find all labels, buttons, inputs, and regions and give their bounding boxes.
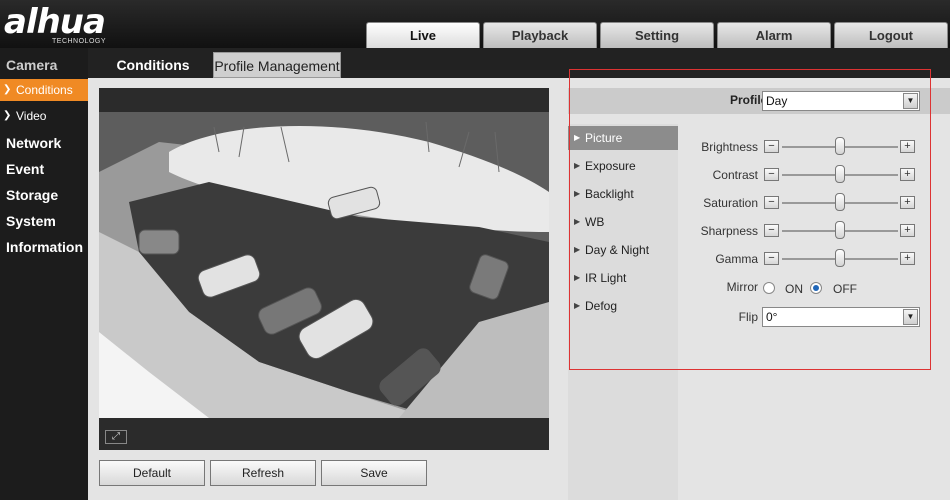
profile-row: Profile Day ▼: [568, 88, 950, 114]
nav-alarm[interactable]: Alarm: [717, 22, 831, 48]
triangle-right-icon: ▶: [574, 189, 581, 198]
video-preview: ⤢: [99, 88, 549, 450]
nav-live[interactable]: Live: [366, 22, 480, 48]
menu-item-backlight[interactable]: ▶ Backlight: [568, 182, 678, 206]
nav-setting[interactable]: Setting: [600, 22, 714, 48]
menu-item-ir-light[interactable]: ▶ IR Light: [568, 266, 678, 290]
sharpness-label: Sharpness: [700, 224, 758, 238]
nav-playback[interactable]: Playback: [483, 22, 597, 48]
flip-select[interactable]: 0° ▼: [762, 307, 920, 327]
tab-profile-management[interactable]: Profile Management: [213, 52, 341, 78]
mirror-on-label: ON: [785, 282, 803, 296]
brightness-decrease-button[interactable]: −: [764, 140, 779, 153]
mirror-label: Mirror: [726, 280, 758, 294]
gamma-label: Gamma: [715, 252, 758, 266]
brightness-increase-button[interactable]: +: [900, 140, 915, 153]
tab-conditions[interactable]: Conditions: [98, 52, 208, 78]
menu-item-label: Exposure: [585, 159, 636, 173]
saturation-increase-button[interactable]: +: [900, 196, 915, 209]
menu-item-label: Defog: [585, 299, 618, 313]
mirror-off-label: OFF: [833, 282, 857, 296]
menu-item-picture[interactable]: ▶ Picture: [568, 126, 678, 150]
menu-item-wb[interactable]: ▶ WB: [568, 210, 678, 234]
mirror-on-radio[interactable]: [763, 282, 775, 294]
sharpness-decrease-button[interactable]: −: [764, 224, 779, 237]
flip-label: Flip: [738, 310, 758, 324]
sidebar-item-conditions[interactable]: ❯ Conditions: [0, 79, 88, 101]
sharpness-increase-button[interactable]: +: [900, 224, 915, 237]
brand-subtitle: TECHNOLOGY: [52, 38, 107, 45]
sidebar-item-information[interactable]: Information: [6, 239, 83, 255]
save-button[interactable]: Save: [321, 460, 427, 486]
menu-item-label: IR Light: [585, 271, 627, 285]
menu-item-label: Backlight: [585, 187, 634, 201]
triangle-right-icon: ▶: [574, 161, 581, 170]
contrast-slider-handle[interactable]: [835, 165, 845, 183]
sidebar: Camera ❯ Conditions ❯ Video Network Even…: [0, 48, 88, 500]
menu-item-label: Day & Night: [585, 243, 650, 257]
chevron-right-icon: ❯: [3, 110, 12, 121]
triangle-right-icon: ▶: [574, 301, 581, 310]
sidebar-item-label: Video: [16, 109, 47, 123]
refresh-button[interactable]: Refresh: [210, 460, 316, 486]
menu-item-label: WB: [585, 215, 605, 229]
top-bar: alhua TECHNOLOGY Live Playback Setting A…: [0, 0, 950, 48]
saturation-label: Saturation: [703, 196, 758, 210]
fullscreen-icon[interactable]: ⤢: [105, 430, 127, 444]
flip-select-value: 0°: [766, 310, 778, 324]
mirror-off-radio[interactable]: [810, 282, 822, 294]
sidebar-item-event[interactable]: Event: [6, 161, 44, 177]
triangle-right-icon: ▶: [574, 133, 581, 142]
gamma-slider-handle[interactable]: [835, 249, 845, 267]
brand-logo: alhua TECHNOLOGY: [4, 4, 144, 46]
saturation-slider-handle[interactable]: [835, 193, 845, 211]
profile-select-value: Day: [766, 94, 788, 108]
triangle-right-icon: ▶: [574, 273, 581, 282]
settings-menu: ▶ Picture ▶ Exposure ▶ Backlight ▶ WB ▶ …: [568, 124, 678, 500]
tab-bar: Conditions Profile Management: [88, 48, 950, 78]
sidebar-item-system[interactable]: System: [6, 213, 56, 229]
gamma-increase-button[interactable]: +: [900, 252, 915, 265]
contrast-decrease-button[interactable]: −: [764, 168, 779, 181]
sharpness-slider-handle[interactable]: [835, 221, 845, 239]
chevron-down-icon: ▼: [903, 93, 918, 109]
brightness-slider-handle[interactable]: [835, 137, 845, 155]
menu-item-exposure[interactable]: ▶ Exposure: [568, 154, 678, 178]
triangle-right-icon: ▶: [574, 217, 581, 226]
brand-name: alhua: [4, 2, 106, 42]
nav-logout[interactable]: Logout: [834, 22, 948, 48]
default-button[interactable]: Default: [99, 460, 205, 486]
profile-select[interactable]: Day ▼: [762, 91, 920, 111]
saturation-decrease-button[interactable]: −: [764, 196, 779, 209]
main-content: ⤢ Default Refresh Save Profile Day ▼ ▶ P…: [88, 78, 950, 500]
sidebar-item-video[interactable]: ❯ Video: [0, 105, 88, 127]
chevron-down-icon: ▼: [903, 309, 918, 325]
menu-item-day-night[interactable]: ▶ Day & Night: [568, 238, 678, 262]
chevron-right-icon: ❯: [3, 84, 12, 95]
menu-item-defog[interactable]: ▶ Defog: [568, 294, 678, 318]
sidebar-item-label: Conditions: [16, 83, 73, 97]
sidebar-item-network[interactable]: Network: [6, 135, 61, 151]
sidebar-item-storage[interactable]: Storage: [6, 187, 58, 203]
gamma-decrease-button[interactable]: −: [764, 252, 779, 265]
menu-item-label: Picture: [585, 131, 623, 145]
contrast-label: Contrast: [712, 168, 758, 182]
sidebar-camera[interactable]: Camera: [6, 57, 57, 73]
contrast-increase-button[interactable]: +: [900, 168, 915, 181]
brightness-label: Brightness: [701, 140, 758, 154]
triangle-right-icon: ▶: [574, 245, 581, 254]
camera-feed-image: [99, 112, 549, 418]
